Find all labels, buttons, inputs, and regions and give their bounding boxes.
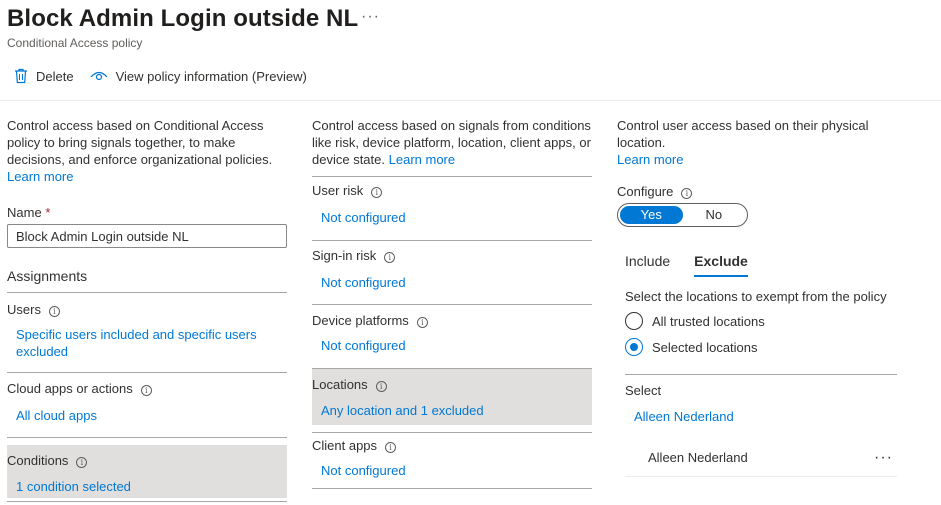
client-apps-label: Client apps	[312, 438, 378, 453]
locations-column: Control user access based on their physi…	[617, 117, 907, 477]
name-label: Name	[7, 205, 42, 220]
device-platforms-value-link[interactable]: Not configured	[312, 337, 592, 354]
include-exclude-tabs: Include Exclude	[625, 253, 907, 277]
selected-location-row: Alleen Nederland ···	[625, 439, 897, 477]
policy-description: Control access based on Conditional Acce…	[7, 118, 273, 184]
selected-location-name: Alleen Nederland	[648, 450, 748, 465]
sign-in-risk-item[interactable]: Sign-in risk i Not configured	[312, 241, 592, 304]
exclude-panel: Select the locations to exempt from the …	[625, 289, 907, 477]
device-platforms-item[interactable]: Device platforms i Not configured	[312, 305, 592, 368]
conditions-item[interactable]: Conditions i 1 condition selected	[7, 445, 287, 498]
toggle-yes[interactable]: Yes	[620, 206, 683, 224]
radio-circle-checked[interactable]	[625, 338, 643, 356]
tab-include[interactable]: Include	[625, 253, 670, 277]
trash-icon	[15, 68, 27, 84]
assignments-heading: Assignments	[7, 268, 88, 284]
info-icon[interactable]: i	[76, 457, 88, 468]
policy-column: Control access based on Conditional Acce…	[7, 117, 287, 502]
divider	[7, 372, 287, 373]
required-asterisk: *	[45, 205, 51, 220]
radio-selected-locations[interactable]: Selected locations	[625, 334, 907, 360]
client-apps-item[interactable]: Client apps i Not configured	[312, 433, 592, 488]
toolbar-divider	[0, 100, 941, 101]
users-label: Users	[7, 302, 41, 317]
configure-toggle[interactable]: Yes No	[617, 203, 748, 227]
sign-in-risk-label: Sign-in risk	[312, 248, 377, 263]
more-options-icon[interactable]: ···	[874, 449, 893, 467]
locations-label: Locations	[312, 377, 368, 392]
toggle-no[interactable]: No	[683, 206, 746, 224]
divider	[312, 304, 592, 305]
radio-all-trusted[interactable]: All trusted locations	[625, 308, 907, 334]
eye-icon	[90, 71, 108, 81]
configure-label: Configure	[617, 184, 674, 199]
locations-description: Control user access based on their physi…	[617, 118, 869, 167]
conditions-value-link[interactable]: 1 condition selected	[7, 478, 287, 495]
select-label: Select	[625, 383, 662, 398]
user-risk-value-link[interactable]: Not configured	[312, 209, 592, 226]
command-bar: Delete View policy information (Preview)	[14, 68, 307, 84]
radio-circle[interactable]	[625, 312, 643, 330]
delete-button[interactable]: Delete	[14, 68, 74, 84]
divider	[7, 292, 287, 293]
client-apps-value-link[interactable]: Not configured	[312, 462, 592, 479]
configure-field: Configure i	[617, 184, 907, 199]
tab-exclude[interactable]: Exclude	[694, 253, 748, 277]
divider	[312, 432, 592, 433]
users-value-link[interactable]: Specific users included and specific use…	[7, 326, 287, 360]
info-icon[interactable]: i	[384, 252, 396, 263]
locations-value-link[interactable]: Any location and 1 excluded	[312, 402, 592, 419]
page-subtitle: Conditional Access policy	[7, 36, 143, 50]
locations-item[interactable]: Locations i Any location and 1 excluded	[312, 369, 592, 425]
cloud-apps-label: Cloud apps or actions	[7, 381, 133, 396]
more-options-icon[interactable]: ···	[361, 8, 380, 26]
learn-more-link[interactable]: Learn more	[389, 152, 455, 167]
info-icon[interactable]: i	[371, 187, 383, 198]
user-risk-label: User risk	[312, 183, 364, 198]
view-policy-info-label: View policy information (Preview)	[115, 68, 307, 84]
delete-label: Delete	[36, 68, 74, 84]
location-radio-group: All trusted locations Selected locations	[625, 308, 907, 360]
info-icon[interactable]: i	[48, 306, 60, 317]
learn-more-link[interactable]: Learn more	[617, 152, 683, 167]
conditions-label: Conditions	[7, 453, 69, 468]
learn-more-link[interactable]: Learn more	[7, 169, 73, 184]
info-icon[interactable]: i	[375, 381, 387, 392]
select-locations-link[interactable]: Alleen Nederland	[634, 409, 907, 424]
divider	[312, 368, 592, 369]
divider	[625, 374, 897, 375]
info-icon[interactable]: i	[385, 442, 397, 453]
radio-all-trusted-label: All trusted locations	[652, 313, 765, 329]
user-risk-item[interactable]: User risk i Not configured	[312, 177, 592, 232]
divider	[312, 240, 592, 241]
page-title: Block Admin Login outside NL	[7, 5, 359, 32]
users-item[interactable]: Users i Specific users included and speci…	[7, 293, 287, 372]
sign-in-risk-value-link[interactable]: Not configured	[312, 274, 592, 291]
policy-name-input[interactable]	[7, 224, 287, 248]
name-field-group: Name *	[7, 205, 287, 248]
divider	[7, 501, 287, 502]
info-icon[interactable]: i	[681, 188, 693, 199]
device-platforms-label: Device platforms	[312, 313, 409, 328]
cloud-apps-item[interactable]: Cloud apps or actions i All cloud apps	[7, 373, 287, 437]
conditions-column: Control access based on signals from con…	[312, 117, 592, 489]
exempt-instructions: Select the locations to exempt from the …	[625, 289, 887, 304]
info-icon[interactable]: i	[140, 385, 152, 396]
divider	[312, 488, 592, 489]
divider	[312, 176, 592, 177]
view-policy-info-button[interactable]: View policy information (Preview)	[90, 69, 307, 84]
cloud-apps-value-link[interactable]: All cloud apps	[7, 407, 287, 424]
info-icon[interactable]: i	[416, 317, 428, 328]
radio-selected-label: Selected locations	[652, 339, 758, 355]
conditions-description: Control access based on signals from con…	[312, 118, 591, 167]
divider	[7, 437, 287, 438]
